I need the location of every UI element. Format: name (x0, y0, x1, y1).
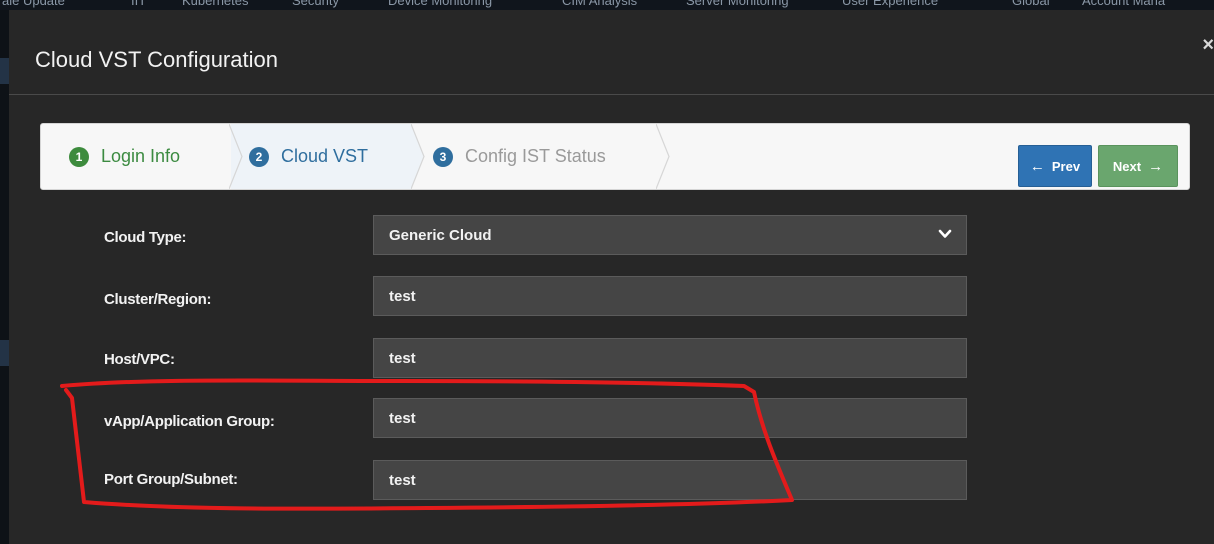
step-number-badge: 1 (69, 146, 89, 167)
prev-button[interactable]: ← Prev (1018, 145, 1092, 187)
background-nav-item: ale Update (2, 0, 65, 8)
port-group-subnet-input[interactable]: test (373, 460, 967, 500)
vapp-application-group-input[interactable]: test (373, 398, 967, 438)
wizard-step-config-ist-status[interactable]: 3 Config IST Status (433, 124, 606, 189)
host-vpc-label: Host/VPC: (104, 351, 175, 368)
wizard-step-cloud-vst[interactable]: 2 Cloud VST (249, 124, 368, 189)
cloud-type-label: Cloud Type: (104, 229, 187, 246)
modal-title: Cloud VST Configuration (35, 47, 278, 72)
background-nav-item: CIM Analysis (562, 0, 638, 8)
arrow-left-icon: ← (1029, 157, 1045, 175)
step-separator-chevron (229, 124, 243, 189)
next-button-label: Next (1112, 158, 1142, 174)
cloud-vst-modal: Cloud VST Configuration × 1 Login Info 2… (9, 10, 1214, 544)
arrow-right-icon: → (1148, 157, 1164, 175)
background-nav-item: Account Mana (1082, 0, 1166, 8)
cluster-region-input[interactable]: test (373, 276, 967, 316)
step-number-badge: 2 (249, 146, 269, 167)
background-nav-item: Device Monitoring (388, 0, 493, 8)
wizard-step-login-info[interactable]: 1 Login Info (69, 124, 180, 189)
wizard-step-label: Config IST Status (465, 146, 606, 166)
step-number-badge: 3 (433, 146, 453, 167)
modal-header-divider (9, 94, 1214, 95)
chevron-down-icon (938, 229, 952, 238)
close-icon[interactable]: × (1202, 34, 1214, 57)
background-nav-bar: ale Update IIT Kubernetes Security Devic… (0, 0, 1214, 10)
wizard-step-label: Cloud VST (281, 146, 369, 166)
step-separator-chevron (656, 124, 670, 189)
background-nav-item: User Experience (842, 0, 939, 8)
cloud-type-select[interactable]: Generic Cloud (373, 215, 967, 255)
vapp-application-group-label: vApp/Application Group: (104, 413, 275, 430)
step-separator-chevron (411, 124, 425, 189)
wizard-step-label: Login Info (101, 146, 181, 166)
wizard-steps-bar: 1 Login Info 2 Cloud VST 3 Config IST St… (40, 123, 1190, 190)
background-nav-item: Kubernetes (182, 0, 249, 8)
background-nav-item: Security (292, 0, 339, 8)
port-group-subnet-label: Port Group/Subnet: (104, 471, 238, 488)
background-nav-item: Server Monitoring (686, 0, 789, 8)
background-nav-item: IIT (131, 0, 147, 8)
background-nav-item: Global (1012, 0, 1050, 8)
next-button[interactable]: Next → (1098, 145, 1178, 187)
cluster-region-label: Cluster/Region: (104, 291, 212, 308)
background-page-edge (0, 10, 9, 544)
cloud-type-value: Generic Cloud (389, 226, 492, 244)
host-vpc-input[interactable]: test (373, 338, 967, 378)
prev-button-label: Prev (1051, 158, 1081, 174)
